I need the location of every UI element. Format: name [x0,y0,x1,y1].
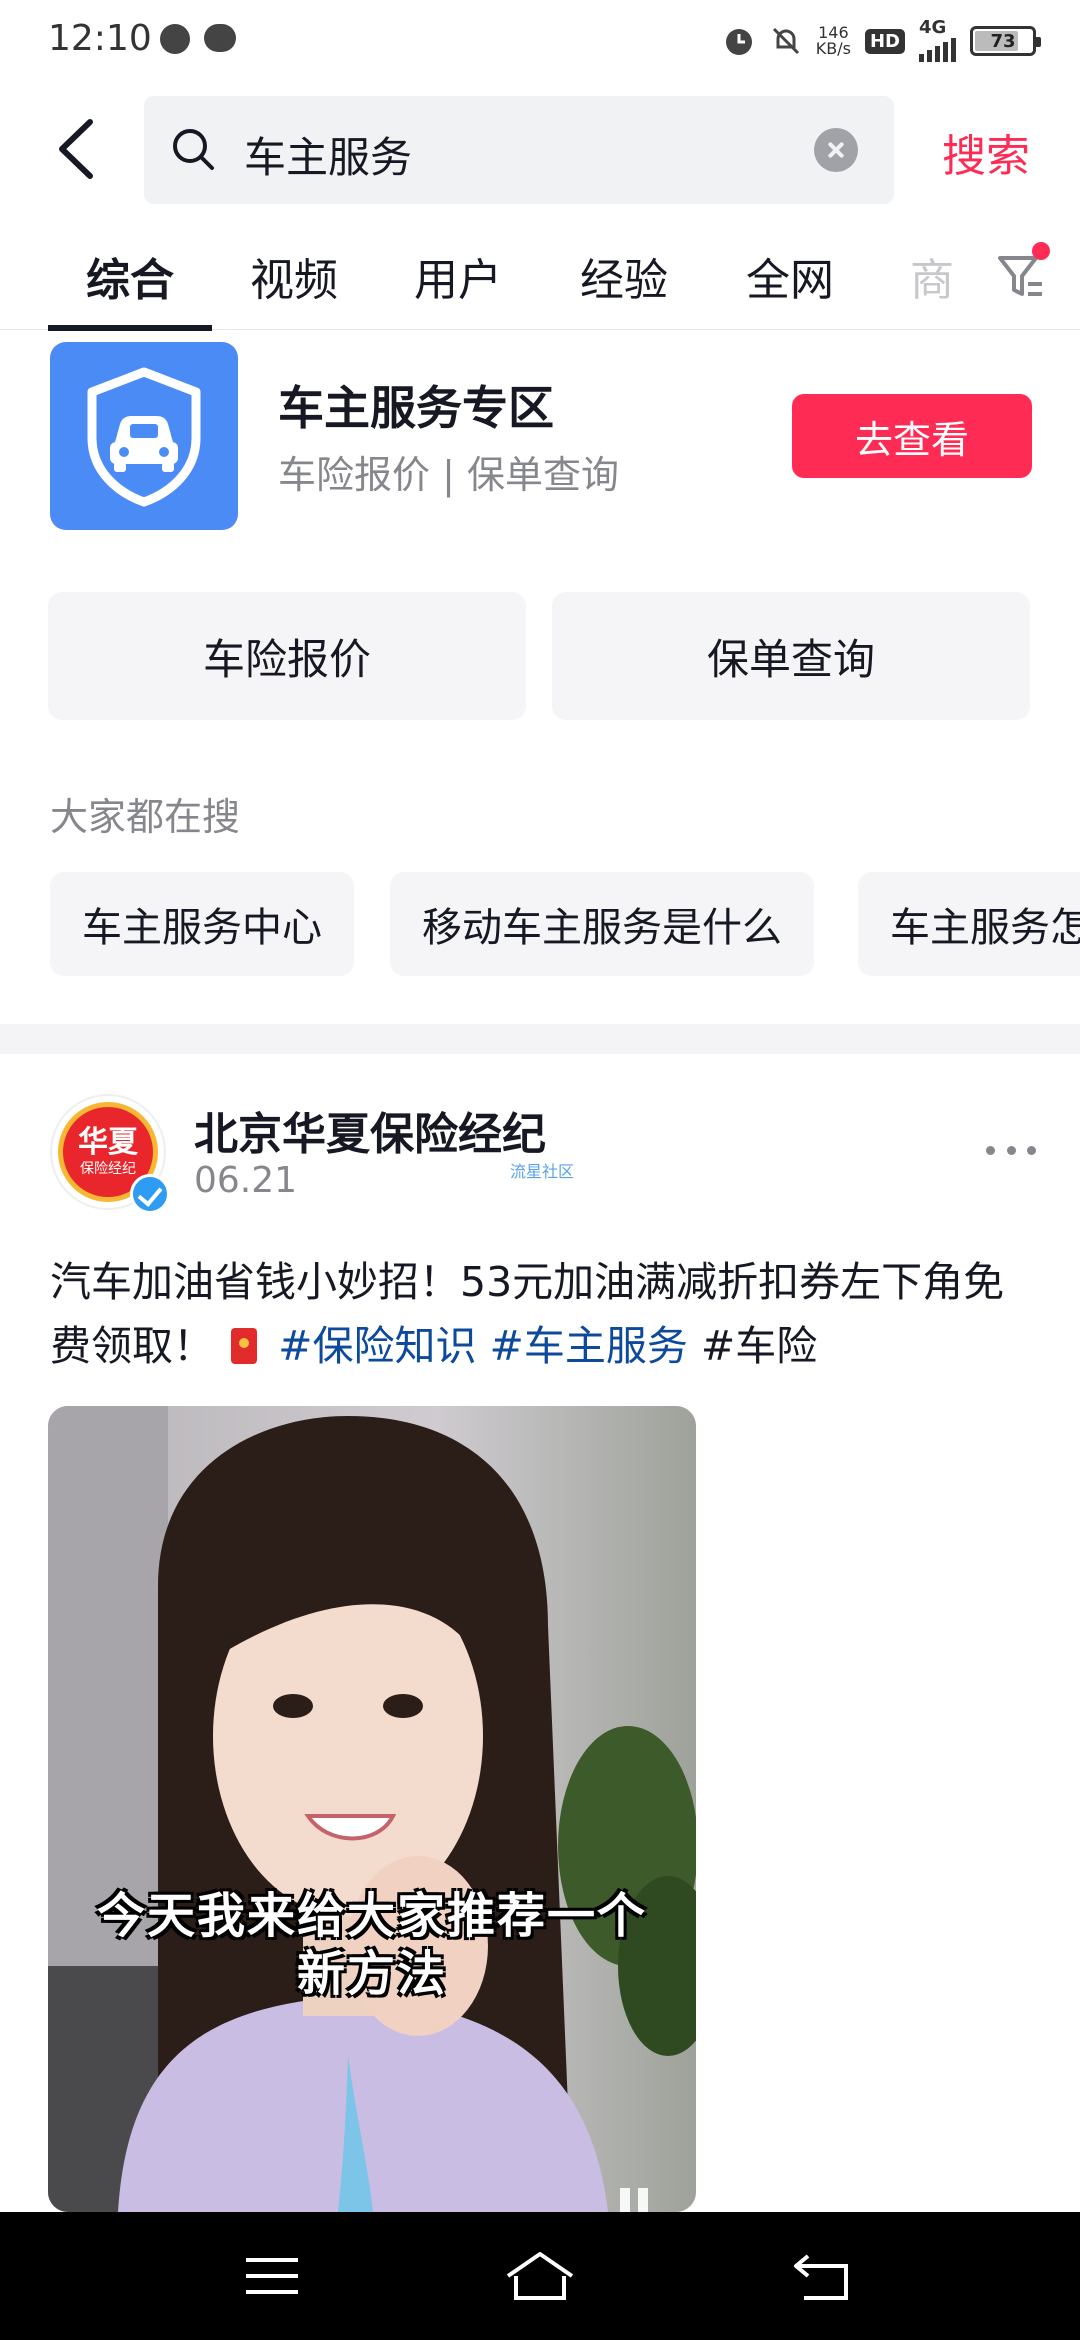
avatar-text-main: 华夏 [78,1125,138,1160]
tab-video[interactable]: 视频 [250,244,338,308]
red-envelope-icon [231,1328,258,1364]
battery-icon: 73 [970,26,1041,56]
search-input[interactable]: 车主服务 [144,96,894,204]
service-subtitle: 车险报价 | 保单查询 [278,453,619,497]
service-logo[interactable] [50,342,238,530]
tab-experience[interactable]: 经验 [580,244,668,308]
return-icon[interactable] [784,2246,864,2306]
service-title[interactable]: 车主服务专区 [278,372,554,438]
view-button[interactable]: 去查看 [792,394,1032,478]
hashtag-plain: #车险 [700,1322,818,1370]
trending-chip[interactable]: 移动车主服务是什么 [390,872,814,976]
trending-chip[interactable]: 车主服务中心 [50,872,354,976]
mute-icon [772,27,799,55]
policy-query-button[interactable]: 保单查询 [552,592,1030,720]
post-author[interactable]: 北京华夏保险经纪 [194,1098,546,1162]
net-speed-unit: KB/s [815,39,851,58]
notification-icons [160,24,236,54]
home-icon[interactable] [500,2246,580,2306]
filter-button[interactable] [996,242,1050,304]
tab-users[interactable]: 用户 [414,244,502,308]
watermark: 流星社区 [510,1162,575,1181]
search-tabs: 综合 视频 用户 经验 全网 商 [0,230,1080,331]
network-type: 4G [919,17,947,38]
signal-icon [919,36,956,62]
status-right: 146 KB/s HD 4G 73 [722,17,1041,62]
message-notification-icon [204,24,236,52]
menu-icon[interactable] [232,2246,312,2306]
section-divider [0,1024,1080,1054]
post-date: 06.21 [194,1160,298,1201]
more-icon[interactable] [986,1140,1036,1160]
trending-list: 车主服务中心 移动车主服务是什么 车主服务怎 [50,872,1080,976]
search-button[interactable]: 搜索 [942,120,1030,184]
status-time: 12:10 [48,18,152,59]
cellular-status: 4G [919,17,956,62]
video-frame-image [48,1406,696,2212]
filter-notification-dot [1032,242,1050,260]
net-speed: 146 KB/s [816,25,851,57]
trending-title: 大家都在搜 [50,795,241,839]
system-nav-bar [0,2212,1080,2340]
avatar-text-sub: 保险经纪 [80,1161,136,1177]
alarm-icon [725,29,752,55]
search-icon [173,129,214,170]
battery-level: 73 [990,30,1016,52]
post-text: 汽车加油省钱小妙招！53元加油满减折扣券左下角免费领取！ #保险知识 #车主服务… [50,1250,1040,1378]
video-thumbnail[interactable]: 今天我来给大家推荐一个 新方法 [48,1406,696,2212]
tab-comprehensive[interactable]: 综合 [86,244,174,308]
video-subtitle-line2: 新方法 [296,1946,447,2002]
shield-car-icon [87,367,201,507]
quote-button[interactable]: 车险报价 [48,592,526,720]
active-tab-indicator [48,325,212,331]
trending-chip[interactable]: 车主服务怎 [858,872,1080,976]
search-query[interactable]: 车主服务 [244,124,412,185]
hd-badge: HD [864,28,905,54]
status-bar: 12:10 146 KB/s HD 4G 73 [0,0,1080,84]
back-arrow-icon[interactable] [50,116,110,182]
pause-icon[interactable] [620,2188,656,2212]
tab-web[interactable]: 全网 [746,244,834,308]
search-header: 车主服务 搜索 [0,94,1080,206]
clear-icon[interactable] [814,128,858,172]
qq-notification-icon [160,24,190,54]
verified-icon [130,1174,170,1214]
hashtag-link[interactable]: #保险知识 [278,1322,476,1370]
hashtag-link[interactable]: #车主服务 [490,1322,688,1370]
tab-shop[interactable]: 商 [910,244,954,308]
